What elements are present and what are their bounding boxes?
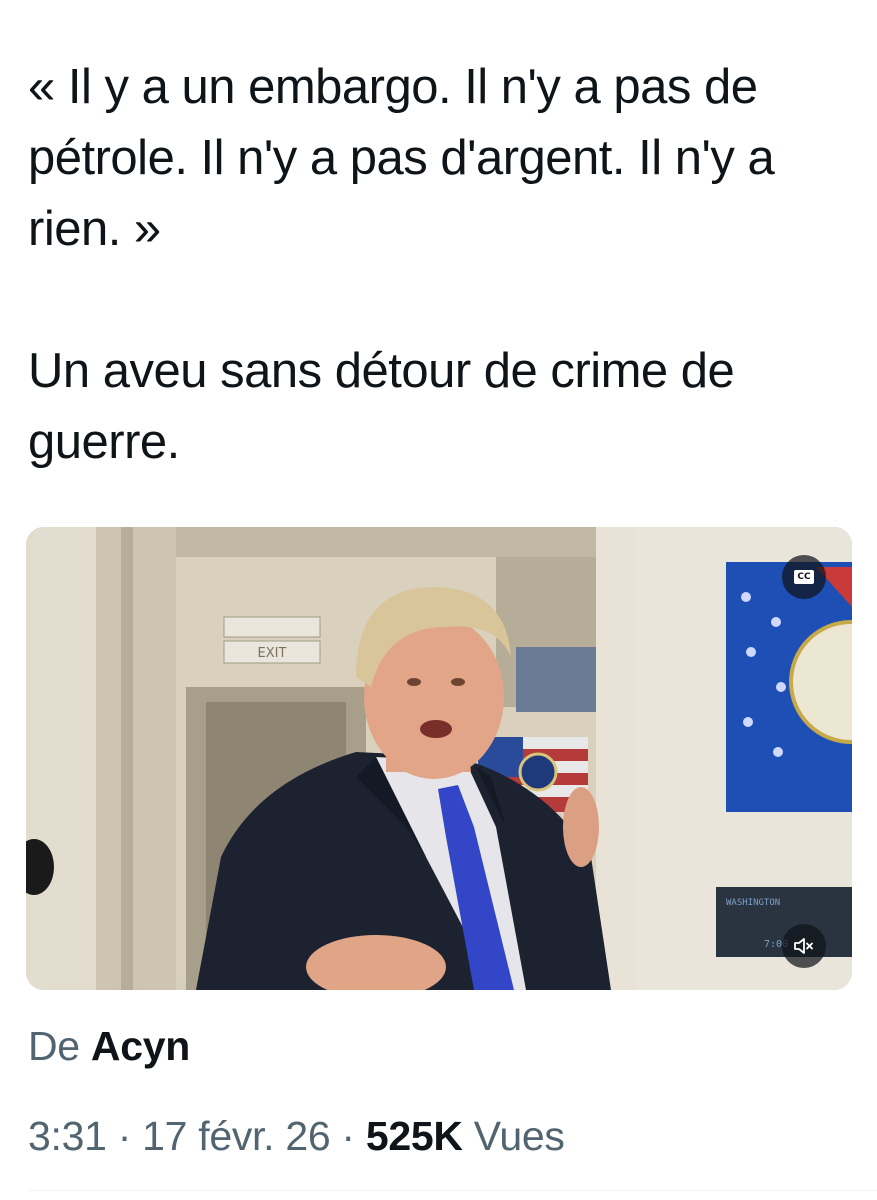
tweet-date[interactable]: 17 févr. 26 <box>142 1113 330 1159</box>
mute-toggle-button[interactable] <box>782 924 826 968</box>
exit-sign-text: EXIT <box>258 646 287 661</box>
tweet-meta: 3:31 · 17 févr. 26 · 525K Vues <box>28 1110 565 1162</box>
tweet-time[interactable]: 3:31 <box>28 1113 107 1159</box>
tweet-text-line: « Il y a un embargo. Il n'y a pas de pét… <box>28 60 775 256</box>
video-player[interactable]: EXIT WASHINGTON 7:00 CC <box>26 527 852 990</box>
panel-label-text: WASHINGTON <box>726 898 780 908</box>
tweet-text: « Il y a un embargo. Il n'y a pas de pét… <box>28 52 858 478</box>
media-source: De Acyn <box>28 1020 190 1072</box>
views-label: Vues <box>473 1113 565 1159</box>
views-count: 525K <box>365 1113 463 1159</box>
meta-separator: · <box>341 1113 355 1159</box>
meta-separator: · <box>117 1113 132 1159</box>
source-author-link[interactable]: Acyn <box>91 1023 190 1069</box>
tweet-text-line: Un aveu sans détour de crime de guerre. <box>28 344 735 469</box>
divider <box>28 1190 877 1191</box>
captions-button[interactable]: CC <box>782 555 826 599</box>
closed-captions-icon: CC <box>794 570 814 584</box>
source-prefix: De <box>28 1023 80 1069</box>
speaker-muted-icon <box>794 938 813 954</box>
video-frame: EXIT WASHINGTON 7:00 <box>26 527 852 990</box>
